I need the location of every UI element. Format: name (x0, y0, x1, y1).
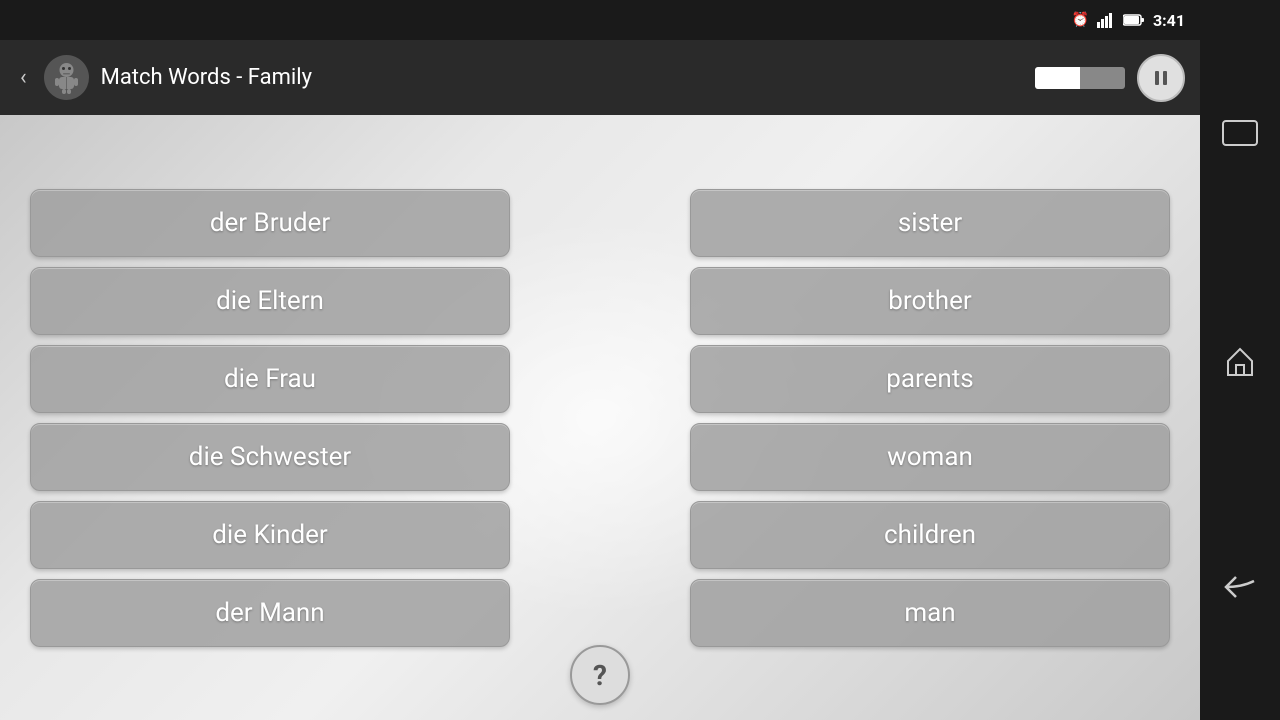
german-word-5[interactable]: die Kinder (30, 501, 510, 569)
top-bar: ‹ Match Words - Family (0, 40, 1200, 115)
pause-button[interactable] (1137, 54, 1185, 102)
english-word-2[interactable]: brother (690, 267, 1170, 335)
back-button[interactable]: ‹ (15, 60, 32, 95)
app-title: Match Words - Family (101, 65, 1023, 90)
progress-bar-fill (1035, 67, 1080, 89)
back-nav-button[interactable] (1215, 562, 1265, 612)
home-button[interactable] (1215, 335, 1265, 385)
signal-icon (1097, 12, 1115, 28)
english-word-1[interactable]: sister (690, 189, 1170, 257)
german-word-1[interactable]: der Bruder (30, 189, 510, 257)
english-word-4[interactable]: woman (690, 423, 1170, 491)
english-word-3[interactable]: parents (690, 345, 1170, 413)
status-bar: ⏰ 3:41 (0, 0, 1200, 40)
german-word-3[interactable]: die Frau (30, 345, 510, 413)
app-icon (44, 55, 89, 100)
main-screen: ⏰ 3:41 ‹ (0, 0, 1200, 720)
german-word-2[interactable]: die Eltern (30, 267, 510, 335)
progress-bar (1035, 67, 1125, 89)
game-area: der Bruder sister die Eltern brother die… (0, 115, 1200, 720)
help-button[interactable]: ? (570, 645, 630, 705)
german-word-6[interactable]: der Mann (30, 579, 510, 647)
word-grid: der Bruder sister die Eltern brother die… (30, 189, 1170, 647)
english-word-6[interactable]: man (690, 579, 1170, 647)
alarm-icon: ⏰ (1072, 12, 1089, 28)
english-word-5[interactable]: children (690, 501, 1170, 569)
status-time: 3:41 (1153, 11, 1185, 30)
side-navigation (1200, 0, 1280, 720)
landscape-button[interactable] (1215, 108, 1265, 158)
battery-icon (1123, 13, 1145, 27)
german-word-4[interactable]: die Schwester (30, 423, 510, 491)
